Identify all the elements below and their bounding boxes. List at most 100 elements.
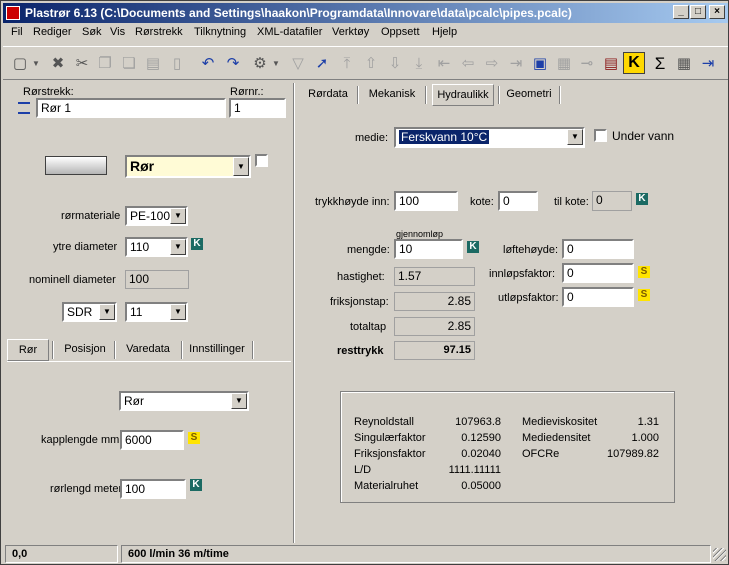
utlopsfaktor-input[interactable]: 0 (562, 287, 634, 307)
materialruhet-value: 0.05000 (461, 480, 501, 492)
move-right-icon[interactable]: ⇨ (483, 55, 501, 73)
redo-icon[interactable]: ↷ (224, 55, 242, 73)
export-icon[interactable]: ▦ (555, 55, 573, 73)
innlopsfaktor-input[interactable]: 0 (562, 263, 634, 283)
s-icon[interactable]: S (638, 266, 650, 278)
move-first-icon[interactable]: ⇤ (435, 55, 453, 73)
pipe-preview (45, 156, 107, 175)
status-flow: 600 l/min 36 m/time (121, 545, 711, 563)
tab-varedata[interactable]: Varedata (121, 339, 175, 361)
ld-value: 1111.11111 (448, 464, 501, 476)
menu-sok[interactable]: Søk (82, 26, 102, 38)
cut-icon[interactable]: ✂ (73, 55, 91, 73)
element-type-checkbox[interactable] (255, 154, 268, 167)
k-icon[interactable]: K (636, 193, 648, 205)
element-type-select[interactable]: Rør ▼ (125, 155, 251, 178)
tab-innstillinger[interactable]: Innstillinger (187, 339, 247, 361)
rormateriale-label: rørmateriale (61, 210, 121, 222)
hastighet-label: hastighet: (337, 271, 385, 283)
minimize-button[interactable]: _ (673, 5, 689, 19)
window-title: Plastrør 6.13 (C:\Documents and Settings… (25, 6, 572, 20)
move-up-icon[interactable]: ⇧ (362, 55, 380, 73)
maximize-button[interactable]: □ (690, 5, 706, 19)
ytre-diameter-select[interactable]: 110 ▼ (125, 237, 188, 257)
element-type-value: Rør (130, 158, 155, 174)
book-icon[interactable]: ▤ (602, 55, 620, 73)
calculator-icon[interactable]: ▦ (675, 55, 693, 73)
move-last-icon[interactable]: ⇥ (507, 55, 525, 73)
mengde-input[interactable]: 10 (394, 239, 463, 259)
close-button[interactable]: × (709, 5, 725, 19)
kote-input[interactable]: 0 (498, 191, 538, 211)
under-vann-checkbox[interactable] (594, 129, 607, 142)
menu-fil[interactable]: Fil (11, 26, 23, 38)
sigma-icon[interactable]: Σ (651, 55, 669, 73)
kapplengde-input[interactable]: 6000 (120, 430, 184, 450)
panel-splitter[interactable] (293, 83, 295, 543)
undo-icon[interactable]: ↶ (199, 55, 217, 73)
menu-vis[interactable]: Vis (110, 26, 125, 38)
list-icon[interactable] (18, 102, 30, 114)
gjennomlop-label: gjennomløp (396, 229, 444, 239)
trykkhoyde-input[interactable]: 100 (394, 191, 458, 211)
new-dropdown-icon[interactable]: ▼ (27, 55, 45, 73)
menu-verktoy[interactable]: Verktøy (332, 26, 369, 38)
materialruhet-label: Materialruhet (354, 480, 419, 492)
tab-separator (114, 341, 116, 359)
paste-special-icon[interactable]: ▤ (144, 55, 162, 73)
s-icon[interactable]: S (188, 432, 200, 444)
lofthoyde-input[interactable]: 0 (562, 239, 634, 259)
move-bottom-icon[interactable]: ⤓ (410, 55, 428, 73)
settings-dropdown-icon[interactable]: ▼ (267, 55, 285, 73)
move-down-icon[interactable]: ⇩ (386, 55, 404, 73)
copy-icon[interactable]: ❐ (96, 55, 114, 73)
tab-mekanisk[interactable]: Mekanisk (363, 84, 421, 106)
tab-rordata[interactable]: Rørdata (301, 84, 355, 106)
nominell-diameter-value: 100 (125, 270, 189, 289)
rorlengd-input[interactable]: 100 (120, 479, 186, 499)
trykkhoyde-label: trykkhøyde inn: (315, 196, 390, 208)
menu-rorstrekk[interactable]: Rørstrekk (135, 26, 183, 38)
funnel-icon[interactable]: ▽ (289, 55, 307, 73)
tab-ror[interactable]: Rør (7, 339, 49, 361)
menu-tilknytning[interactable]: Tilknytning (194, 26, 246, 38)
paste-icon[interactable]: ❏ (120, 55, 138, 73)
sdr-value-select[interactable]: 11 ▼ (125, 302, 188, 322)
resize-grip-icon[interactable] (713, 548, 726, 561)
resttrykk-value: 97.15 (394, 341, 475, 360)
tab-geometri[interactable]: Geometri (503, 84, 555, 106)
rorstrekk-input[interactable]: Rør 1 (36, 98, 226, 118)
tab-separator (357, 86, 359, 104)
kote-label: kote: (470, 196, 494, 208)
rormateriale-select[interactable]: PE-100 ▼ (125, 206, 188, 226)
medie-select[interactable]: Ferskvann 10°C ▼ (394, 127, 585, 148)
pointer-icon[interactable]: ➚ (313, 55, 331, 73)
rormateriale-value: PE-100 (130, 209, 171, 223)
tab-separator (498, 86, 500, 104)
k-icon[interactable]: K (467, 241, 479, 253)
medie-label: medie: (355, 132, 389, 144)
k-icon[interactable]: K (191, 238, 203, 250)
blank-page-icon[interactable]: ▯ (168, 55, 186, 73)
menu-hjelp[interactable]: Hjelp (432, 26, 457, 38)
pipe-tool-icon[interactable]: ⊸ (578, 55, 596, 73)
menu-rediger[interactable]: Rediger (33, 26, 72, 38)
exit-icon[interactable]: ⇥ (699, 55, 717, 73)
s-icon[interactable]: S (638, 289, 650, 301)
sub-type-select[interactable]: Rør ▼ (119, 391, 249, 411)
sdr-select[interactable]: SDR ▼ (62, 302, 117, 322)
delete-pipe-icon[interactable]: ✖ (49, 55, 67, 73)
tab-separator (252, 341, 254, 359)
ld-label: L/D (354, 464, 372, 476)
move-left-icon[interactable]: ⇦ (459, 55, 477, 73)
rornr-input[interactable]: 1 (229, 98, 286, 118)
move-top-icon[interactable]: ⤒ (338, 55, 356, 73)
menu-xml-datafiler[interactable]: XML-datafiler (257, 26, 322, 38)
tab-posisjon[interactable]: Posisjon (59, 339, 111, 361)
medieviskositet-label: Medieviskositet (522, 416, 598, 428)
menu-oppsett[interactable]: Oppsett (381, 26, 420, 38)
import-icon[interactable]: ▣ (531, 55, 549, 73)
k-icon[interactable]: K (190, 479, 202, 491)
k-button-icon[interactable]: K (623, 52, 645, 74)
tab-hydraulikk[interactable]: Hydraulikk (432, 84, 494, 106)
